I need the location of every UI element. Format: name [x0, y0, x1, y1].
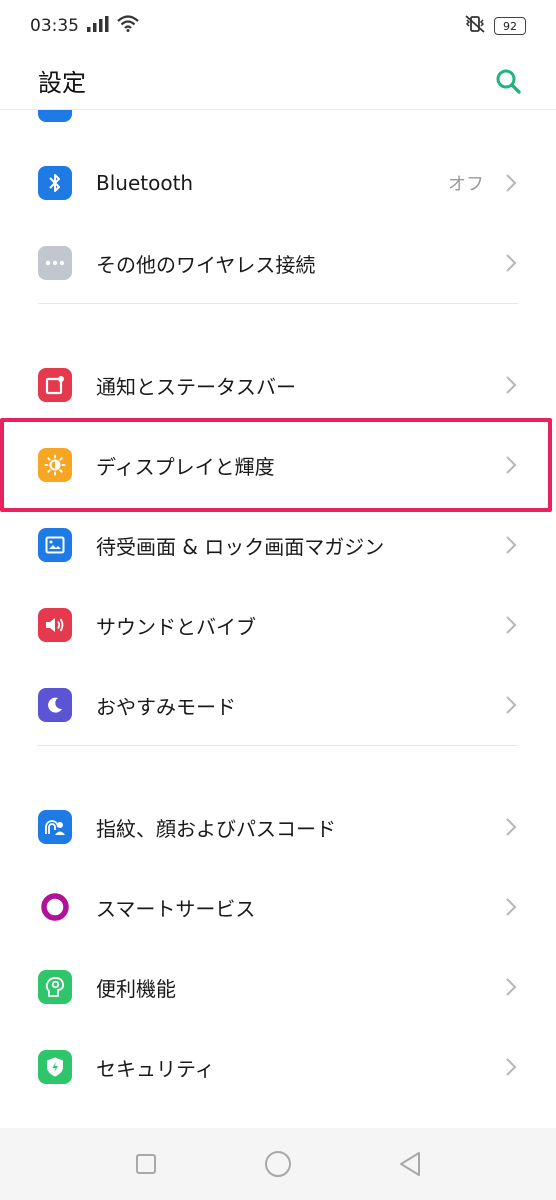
page-title: 設定: [38, 69, 86, 97]
list-item-other-wireless[interactable]: その他のワイヤレス接続: [0, 223, 556, 303]
back-button[interactable]: [390, 1144, 430, 1184]
list-item-smart-services[interactable]: スマートサービス: [0, 867, 556, 947]
wallpaper-icon: [38, 528, 72, 562]
list-item-label: 通知とステータスバー: [96, 374, 296, 399]
recent-apps-icon: [136, 1154, 156, 1174]
status-time: 03:35: [30, 16, 79, 36]
chevron-right-icon: [504, 533, 518, 557]
list-item-wallpaper-lockscreen[interactable]: 待受画面 & ロック画面マガジン: [0, 505, 556, 585]
system-nav-bar: [0, 1128, 556, 1200]
list-item-label: セキュリティ: [96, 1056, 215, 1081]
chevron-right-icon: [504, 1055, 518, 1079]
wifi-icon: [117, 15, 139, 37]
list-item-label: サウンドとバイブ: [96, 614, 256, 639]
list-item-label: Bluetooth: [96, 171, 194, 195]
bluetooth-status: オフ: [448, 174, 484, 195]
security-shield-icon: [38, 1050, 72, 1084]
chevron-right-icon: [504, 815, 518, 839]
home-icon: [265, 1151, 291, 1177]
chevron-right-icon: [504, 171, 518, 195]
convenience-icon: [38, 970, 72, 1004]
status-bar: 03:35 92: [0, 0, 556, 52]
smart-service-icon: [38, 890, 72, 924]
chevron-right-icon: [504, 693, 518, 717]
fingerprint-face-icon: [38, 810, 72, 844]
brightness-icon: [38, 448, 72, 482]
list-item-do-not-disturb[interactable]: おやすみモード: [0, 665, 556, 745]
list-item-security[interactable]: セキュリティ: [0, 1027, 556, 1107]
list-item-label: 待受画面 & ロック画面マガジン: [96, 534, 385, 559]
chevron-right-icon: [504, 975, 518, 999]
chevron-right-icon: [504, 251, 518, 275]
chevron-right-icon: [504, 613, 518, 637]
sound-icon: [38, 608, 72, 642]
home-button[interactable]: [258, 1144, 298, 1184]
status-left: 03:35: [30, 15, 139, 37]
status-right: 92: [464, 14, 526, 38]
list-item-fingerprint-face-passcode[interactable]: 指紋、顔およびパスコード: [0, 787, 556, 867]
more-connections-icon: [38, 246, 72, 280]
bluetooth-icon: [38, 166, 72, 200]
partial-item-icon: [38, 110, 72, 122]
list-item-display-brightness[interactable]: ディスプレイと輝度: [0, 425, 556, 505]
chevron-right-icon: [504, 453, 518, 477]
list-item-label: スマートサービス: [96, 896, 256, 921]
list-item-label: おやすみモード: [96, 694, 236, 719]
partial-list-item[interactable]: [0, 110, 556, 122]
search-icon: [496, 69, 521, 94]
list-item-label: 指紋、顔およびパスコード: [96, 816, 336, 841]
chevron-right-icon: [504, 373, 518, 397]
back-icon: [400, 1152, 420, 1176]
list-item-notifications[interactable]: 通知とステータスバー: [0, 345, 556, 425]
list-item-convenience[interactable]: 便利機能: [0, 947, 556, 1027]
battery-icon: 92: [494, 17, 526, 35]
list-item-bluetooth[interactable]: Bluetooth オフ: [0, 143, 556, 223]
list-item-label: ディスプレイと輝度: [96, 454, 275, 479]
list-item-sound-vibration[interactable]: サウンドとバイブ: [0, 585, 556, 665]
search-button[interactable]: [490, 63, 526, 99]
notification-icon: [38, 368, 72, 402]
section-divider: [0, 303, 556, 345]
vibrate-icon: [464, 14, 486, 38]
settings-list: Bluetooth オフ その他のワイヤレス接続 通知とステータスバー ディスプ…: [0, 143, 556, 1107]
signal-icon: [87, 15, 109, 37]
list-item-label: 便利機能: [96, 976, 176, 1001]
section-divider: [0, 745, 556, 787]
recent-apps-button[interactable]: [126, 1144, 166, 1184]
app-header: 設定: [0, 52, 556, 110]
chevron-right-icon: [504, 895, 518, 919]
moon-icon: [38, 688, 72, 722]
list-item-label: その他のワイヤレス接続: [96, 252, 316, 277]
